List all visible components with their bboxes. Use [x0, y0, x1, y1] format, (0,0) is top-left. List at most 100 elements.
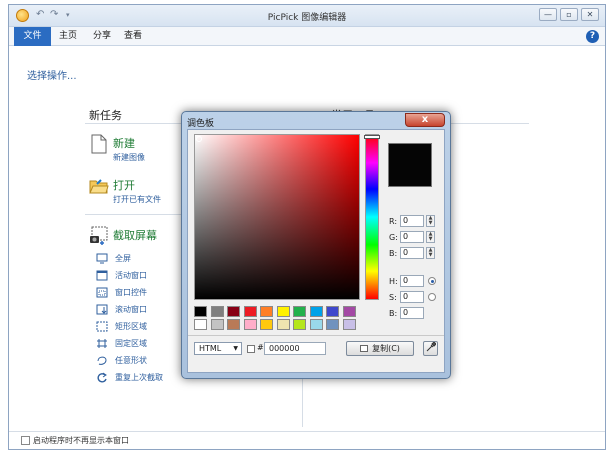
b-label: B:	[389, 249, 398, 258]
capture-item-label: 活动窗口	[115, 270, 147, 280]
tab-file[interactable]: 文件	[14, 27, 51, 46]
format-value: HTML	[199, 344, 222, 353]
new-title[interactable]: 新建	[113, 135, 135, 151]
capture-item-label: 滚动窗口	[115, 304, 147, 314]
r-label: R:	[389, 217, 398, 226]
g-spinner[interactable]: ▲ ▼	[426, 231, 435, 243]
saturation-brightness-picker[interactable]	[194, 134, 360, 300]
minimize-button[interactable]: —	[539, 8, 557, 21]
repeat-icon	[97, 372, 107, 383]
color-swatch[interactable]	[293, 306, 306, 317]
copy-button[interactable]: 复制(C)	[346, 341, 414, 356]
color-swatch[interactable]	[243, 306, 257, 317]
capture-item-label: 重复上次截取	[115, 372, 163, 382]
copy-icon	[360, 345, 369, 352]
color-swatch[interactable]	[210, 306, 224, 317]
color-swatch[interactable]	[227, 306, 240, 317]
dialog-divider	[188, 335, 444, 336]
include-hash-checkbox[interactable]	[247, 345, 255, 353]
help-icon[interactable]: ?	[586, 30, 599, 43]
brightness-label: B:	[389, 309, 398, 318]
color-swatch[interactable]	[260, 306, 273, 317]
color-swatch[interactable]	[227, 319, 240, 330]
color-swatch[interactable]	[194, 306, 207, 317]
capture-fixed-region[interactable]: 固定区域	[96, 335, 147, 351]
h-label: H:	[389, 277, 398, 286]
picker-cursor[interactable]	[196, 136, 202, 142]
capture-item-label: 窗口控件	[115, 287, 147, 297]
hsb-mode-radio[interactable]	[428, 277, 436, 285]
capture-rectangle[interactable]: 矩形区域	[96, 318, 147, 334]
open-folder-icon[interactable]	[89, 178, 109, 194]
open-title[interactable]: 打开	[113, 177, 135, 193]
eyedropper-glyph	[426, 341, 437, 352]
capture-item-label: 全屏	[115, 253, 131, 263]
title-bar: ↶ ↷ ▾ PicPick 图像编辑器 — ▫ ✕	[9, 5, 605, 27]
color-swatch[interactable]	[309, 319, 323, 330]
maximize-button[interactable]: ▫	[560, 8, 578, 21]
chevron-down-icon: ▼	[233, 345, 238, 352]
new-image-link[interactable]: 新建图像	[113, 152, 145, 163]
color-swatch[interactable]	[326, 319, 339, 330]
h-input[interactable]: 0	[400, 275, 424, 287]
color-swatch[interactable]	[276, 306, 290, 317]
capture-item-label: 任意形状	[115, 355, 147, 365]
scroll-window-icon	[96, 304, 108, 314]
color-swatch[interactable]	[309, 306, 323, 317]
s-label: S:	[389, 293, 397, 302]
b-input[interactable]: 0	[400, 247, 424, 259]
color-swatch[interactable]	[326, 306, 339, 317]
color-palette-dialog: 调色板 x R: 0 ▲ ▼ G: 0 ▲ ▼ B: 0 ▲ ▼ H: 0 S: 0 …	[181, 111, 451, 379]
dialog-close-button[interactable]: x	[405, 113, 445, 127]
color-swatch[interactable]	[342, 306, 356, 317]
new-file-icon[interactable]	[91, 134, 107, 154]
control-icon	[96, 287, 108, 297]
color-swatch[interactable]	[260, 319, 273, 330]
capture-freeform[interactable]: 任意形状	[96, 352, 147, 368]
capture-fullscreen[interactable]: 全屏	[96, 250, 131, 266]
dialog-title: 调色板	[187, 119, 215, 129]
color-swatch[interactable]	[342, 319, 356, 330]
color-swatch[interactable]	[194, 319, 207, 330]
capture-repeat-last[interactable]: 重复上次截取	[96, 369, 163, 385]
hue-slider[interactable]	[364, 134, 380, 300]
color-swatch[interactable]	[276, 319, 290, 330]
color-swatch[interactable]	[243, 319, 257, 330]
close-button[interactable]: ✕	[581, 8, 599, 21]
color-swatch[interactable]	[293, 319, 306, 330]
fixed-region-icon	[97, 338, 107, 348]
tab-view[interactable]: 查看	[120, 27, 146, 46]
tab-share[interactable]: 分享	[89, 27, 115, 46]
copy-button-label: 复制(C)	[372, 344, 400, 353]
open-existing-link[interactable]: 打开已有文件	[113, 194, 161, 205]
rectangle-icon	[96, 321, 108, 331]
dont-show-checkbox[interactable]	[21, 436, 30, 445]
capture-scroll-window[interactable]: 滚动窗口	[96, 301, 147, 317]
new-task-heading: 新任务	[89, 109, 122, 122]
r-spinner[interactable]: ▲ ▼	[426, 215, 435, 227]
r-input[interactable]: 0	[400, 215, 424, 227]
window-title: PicPick 图像编辑器	[267, 13, 347, 23]
ribbon-tabs: 文件 主页 分享 查看 ?	[9, 27, 605, 46]
tab-home[interactable]: 主页	[55, 27, 81, 46]
dont-show-label[interactable]: 启动程序时不再显示本窗口	[33, 435, 129, 446]
capture-screen-icon[interactable]	[89, 226, 109, 246]
g-input[interactable]: 0	[400, 231, 424, 243]
hex-input[interactable]: 000000	[264, 342, 326, 355]
b-spinner[interactable]: ▲ ▼	[426, 247, 435, 259]
brightness-input[interactable]: 0	[400, 307, 424, 319]
monitor-icon	[96, 253, 108, 263]
capture-active-window[interactable]: 活动窗口	[96, 267, 147, 283]
rgb-mode-radio[interactable]	[428, 293, 436, 301]
s-input[interactable]: 0	[400, 291, 424, 303]
capture-window-control[interactable]: 窗口控件	[96, 284, 147, 300]
format-select[interactable]: HTML ▼	[194, 342, 242, 355]
dialog-body: R: 0 ▲ ▼ G: 0 ▲ ▼ B: 0 ▲ ▼ H: 0 S: 0 B: 0 H…	[187, 129, 445, 373]
eyedropper-icon[interactable]	[423, 341, 438, 356]
hue-slider-handle[interactable]	[364, 135, 380, 139]
hash-label: #	[257, 343, 264, 352]
color-swatch[interactable]	[210, 319, 224, 330]
freeform-icon	[97, 356, 107, 365]
capture-title[interactable]: 截取屏幕	[113, 227, 157, 243]
g-label: G:	[389, 233, 398, 242]
